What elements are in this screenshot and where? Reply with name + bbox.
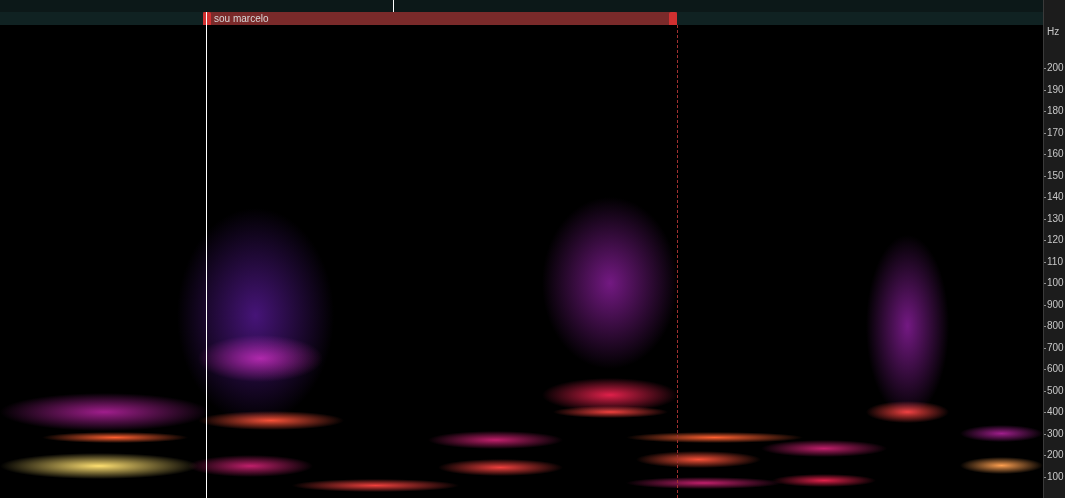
label-end-handle[interactable]	[669, 12, 677, 25]
axis-tick	[1044, 477, 1046, 478]
axis-tick	[1044, 219, 1046, 220]
axis-tick	[1044, 90, 1046, 91]
axis-label: 140	[1047, 191, 1064, 203]
axis-label: 700	[1047, 342, 1064, 354]
axis-label: 180	[1047, 105, 1064, 117]
axis-tick	[1044, 240, 1046, 241]
axis-tick	[1044, 455, 1046, 456]
axis-tick	[1044, 154, 1046, 155]
spectral-band	[866, 235, 949, 418]
axis-tick	[1044, 111, 1046, 112]
axis-label: 800	[1047, 320, 1064, 332]
spectral-band	[960, 425, 1043, 442]
axis-tick	[1044, 197, 1046, 198]
axis-label: 170	[1047, 127, 1064, 139]
spectral-band	[772, 474, 876, 487]
axis-tick	[1044, 391, 1046, 392]
axis-tick	[1044, 434, 1046, 435]
axis-tick	[1044, 176, 1046, 177]
spectral-band	[960, 457, 1043, 474]
label[interactable]: sou marcelo	[203, 12, 677, 25]
axis-unit: Hz	[1047, 26, 1059, 38]
selection-start-line	[206, 12, 207, 25]
axis-tick	[1044, 305, 1046, 306]
axis-tick	[1044, 348, 1046, 349]
spectral-band	[198, 411, 344, 430]
spectral-band	[438, 459, 563, 476]
axis-label: 300	[1047, 428, 1064, 440]
axis-label: 160	[1047, 148, 1064, 160]
spectral-band	[0, 453, 198, 479]
axis-label: 200	[1047, 449, 1064, 461]
axis-label: 200	[1047, 62, 1064, 74]
spectral-band	[866, 401, 949, 423]
spectral-band	[636, 451, 761, 468]
spectral-band	[428, 431, 564, 448]
label-track[interactable]: sou marcelo	[0, 0, 1043, 25]
axis-label: 900	[1047, 299, 1064, 311]
axis-label: 500	[1047, 385, 1064, 397]
axis-tick	[1044, 133, 1046, 134]
spectral-band	[177, 208, 333, 423]
spectral-band	[761, 440, 886, 457]
axis-label: 130	[1047, 213, 1064, 225]
frequency-axis: Hz 200 190 180 170 160 150 140 130 120 110 100 900 80…	[1043, 0, 1065, 498]
axis-tick	[1044, 262, 1046, 263]
selection-end-line[interactable]	[677, 25, 678, 498]
spectral-band	[626, 477, 782, 490]
axis-label: 400	[1047, 406, 1064, 418]
label-start-handle[interactable]	[203, 12, 211, 25]
spectrogram[interactable]	[0, 25, 1043, 498]
spectral-band	[292, 479, 459, 492]
axis-label: 120	[1047, 234, 1064, 246]
playhead[interactable]	[393, 0, 394, 12]
selection-start-line[interactable]	[206, 25, 207, 498]
axis-tick	[1044, 412, 1046, 413]
label-text[interactable]: sou marcelo	[214, 12, 268, 25]
axis-tick	[1044, 369, 1046, 370]
axis-tick	[1044, 283, 1046, 284]
axis-tick	[1044, 326, 1046, 327]
spectral-band	[542, 197, 678, 369]
axis-label: 190	[1047, 84, 1064, 96]
axis-label: 100	[1047, 471, 1064, 483]
axis-label: 100	[1047, 277, 1064, 289]
spectral-band	[198, 335, 323, 382]
spectral-band	[553, 406, 668, 419]
axis-label: 150	[1047, 170, 1064, 182]
spectral-band	[42, 432, 188, 443]
axis-tick	[1044, 68, 1046, 69]
axis-label: 110	[1047, 256, 1063, 268]
axis-label: 600	[1047, 363, 1064, 375]
